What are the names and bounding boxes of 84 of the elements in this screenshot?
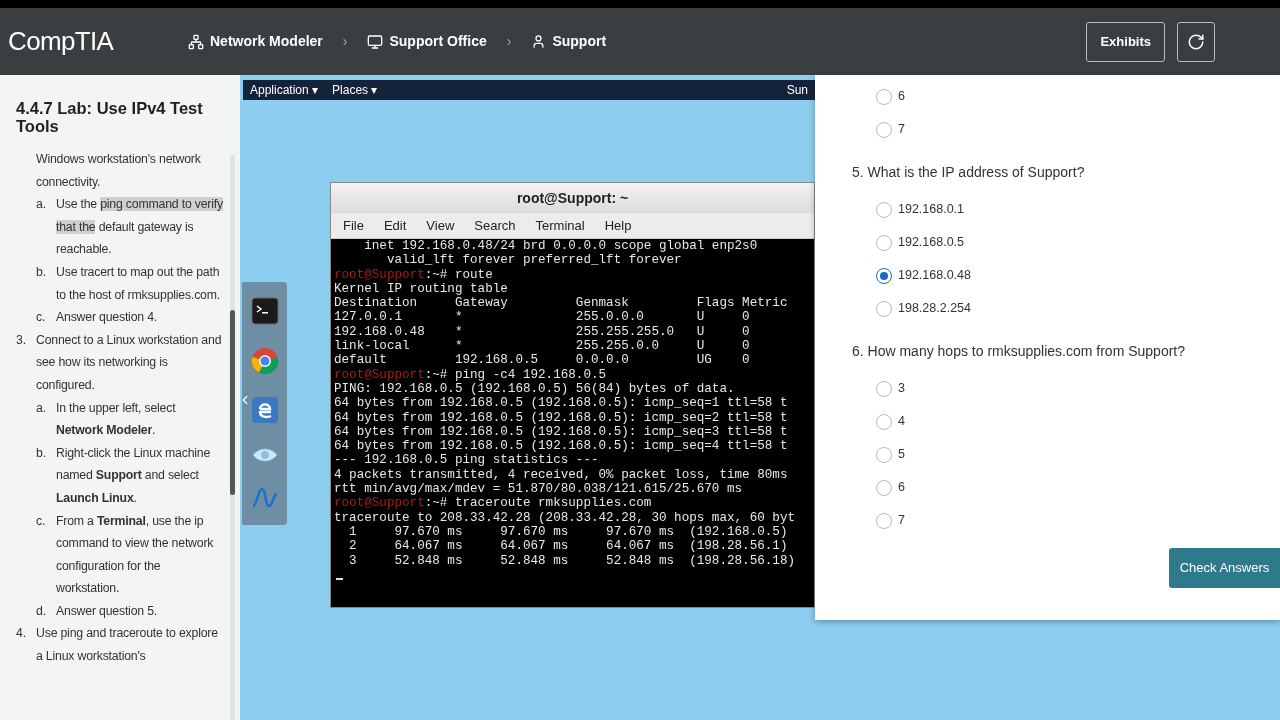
exhibits-button[interactable]: Exhibits: [1086, 21, 1165, 62]
person-icon: [531, 34, 547, 49]
terminal-line: root@Support:~# ping -c4 192.168.0.5: [334, 367, 608, 382]
instruction-text: Windows workstation's network connectivity.: [36, 151, 202, 191]
answer-option[interactable]: 6: [852, 80, 1280, 113]
terminal-line: default 192.168.0.5 0.0.0.0 UG 0: [334, 353, 751, 368]
instruction-text: Use ping and traceroute to explore a Linux workstation's: [36, 625, 219, 666]
terminal-line: 192.168.0.48 * 255.255.255.0 U 0: [334, 324, 751, 340]
list-marker: 3.: [16, 331, 27, 349]
terminal-cursor: [336, 577, 343, 580]
breadcrumb-link[interactable]: Support: [531, 31, 607, 52]
instruction-text: Connect to a Linux workstation and see how its networking is configured.: [36, 331, 223, 394]
answer-option[interactable]: 7: [852, 113, 1280, 146]
terminal-line: 64 bytes from 192.168.0.5 (192.168.0.5): icmp_seq=2 ttl=58 t: [334, 410, 789, 425]
lab-title: 4.4.7 Lab: Use IPv4 Test Tools: [16, 99, 204, 135]
answer-option[interactable]: 6: [852, 471, 1280, 504]
breadcrumb-link[interactable]: Support Office: [367, 31, 487, 52]
terminal-line: PING: 192.168.0.5 (192.168.0.5) 56(84) bytes of data.: [334, 381, 736, 397]
instruction-text: Answer question 5.: [56, 602, 158, 620]
terminal-line: --- 192.168.0.5 ping statistics ---: [334, 453, 600, 468]
terminal-line: 1 97.670 ms 97.670 ms 97.670 ms (192.168.0.5): [348, 524, 789, 540]
browser-icon[interactable]: [250, 346, 279, 375]
question-text: 6. How many hops to rmksupplies.com from Support?: [852, 341, 1187, 361]
terminal-menu[interactable]: Search: [474, 215, 516, 236]
list-marker: c.: [36, 309, 47, 327]
question-text: 5. What is the IP address of Support?: [852, 162, 1086, 182]
list-marker: b.: [36, 263, 47, 281]
answer-option[interactable]: 7: [852, 504, 1280, 537]
answer-option[interactable]: 192.168.0.5: [852, 226, 1280, 259]
eye-icon[interactable]: [250, 446, 279, 465]
answer-option[interactable]: 5: [852, 438, 1280, 471]
terminal-menu[interactable]: Help: [604, 215, 632, 236]
terminal-menu[interactable]: View: [426, 215, 455, 236]
list-marker: c.: [36, 512, 47, 530]
window-title: root@Support: ~: [516, 188, 629, 208]
list-marker: a.: [36, 196, 47, 214]
answer-option[interactable]: 198.28.2.254: [852, 292, 1280, 325]
terminal-line: inet 192.168.0.48/24 brd 0.0.0.0 scope global enp2s0: [363, 239, 759, 254]
terminal-line: 64 bytes from 192.168.0.5 (192.168.0.5): icmp_seq=3 ttl=58 t: [334, 424, 789, 440]
breadcrumb-separator: ›: [342, 32, 348, 51]
terminal-line: root@Support:~# traceroute rmksupplies.com: [334, 496, 653, 511]
clock: Sun: [786, 82, 808, 99]
check-answers-button[interactable]: Check Answers: [1169, 548, 1280, 588]
refresh-button[interactable]: [1177, 21, 1215, 62]
terminal-line: link-local * 255.255.0.0 U 0: [334, 339, 751, 354]
monitor-icon: [367, 33, 384, 50]
terminal-line: 4 packets transmitted, 4 received, 0% packet loss, time 80ms: [334, 467, 789, 483]
terminal-line: Destination Gateway Genmask Flags Metric: [334, 296, 789, 311]
instruction-text: Answer question 4.: [56, 309, 158, 327]
terminal-line: 3 52.848 ms 52.848 ms 52.848 ms (198.28.56.18): [348, 553, 796, 568]
terminal-line: 64 bytes from 192.168.0.5 (192.168.0.5): icmp_seq=1 ttl=58 t: [334, 396, 789, 411]
desktop-menu[interactable]: Application ▾: [250, 81, 319, 99]
logo: CompTIA: [8, 25, 115, 58]
instruction-text: In the upper left, select Network Modeler.: [56, 399, 177, 440]
browser-icon[interactable]: [250, 396, 279, 425]
terminal-menu[interactable]: Terminal: [535, 215, 585, 236]
list-marker: b.: [36, 444, 47, 462]
terminal-icon[interactable]: [250, 296, 279, 325]
instruction-text: From a Terminal, use the ip command to view the network configuration for the workstation.: [56, 512, 215, 598]
answer-option[interactable]: 192.168.0.1: [852, 193, 1280, 226]
scrollbar-thumb[interactable]: [230, 310, 235, 495]
network-icon: [188, 33, 204, 50]
answer-option[interactable]: 3: [852, 372, 1280, 405]
breadcrumb-separator: ›: [506, 32, 512, 51]
desktop-menu[interactable]: Places ▾: [332, 81, 378, 99]
answer-option[interactable]: 4: [852, 405, 1280, 438]
terminal-line: valid_lft forever preferred_lft forever: [385, 253, 683, 268]
terminal-line: rtt min/avg/max/mdev = 51.870/80.038/121.615/25.670 ms: [334, 482, 744, 497]
breadcrumb-link[interactable]: Network Modeler: [188, 31, 323, 52]
instruction-text: Use tracert to map out the path to the host of rmksupplies.com.: [56, 263, 221, 304]
list-marker: d.: [36, 602, 47, 620]
list-marker: a.: [36, 399, 47, 417]
terminal-line: 64 bytes from 192.168.0.5 (192.168.0.5): icmp_seq=4 ttl=58 t: [334, 439, 789, 454]
terminal-line: 2 64.067 ms 64.067 ms 64.067 ms (198.28.56.1): [348, 539, 789, 554]
instruction-text: Right-click the Linux machine named Support and select Launch Linux.: [56, 444, 212, 507]
terminal-line: Kernel IP routing table: [334, 281, 509, 297]
refresh-icon: [1187, 32, 1205, 51]
terminal-line: root@Support:~# route: [334, 267, 494, 282]
terminal-line: 127.0.0.1 * 255.0.0.0 U 0: [334, 310, 751, 325]
answer-option[interactable]: 192.168.0.48: [852, 259, 1280, 292]
terminal-menu[interactable]: Edit: [383, 215, 407, 236]
list-marker: 4.: [16, 625, 27, 643]
terminal-line: traceroute to 208.33.42.28 (208.33.42.28, 30 hops max, 60 byt: [334, 510, 796, 525]
terminal-menu[interactable]: File: [343, 215, 364, 236]
